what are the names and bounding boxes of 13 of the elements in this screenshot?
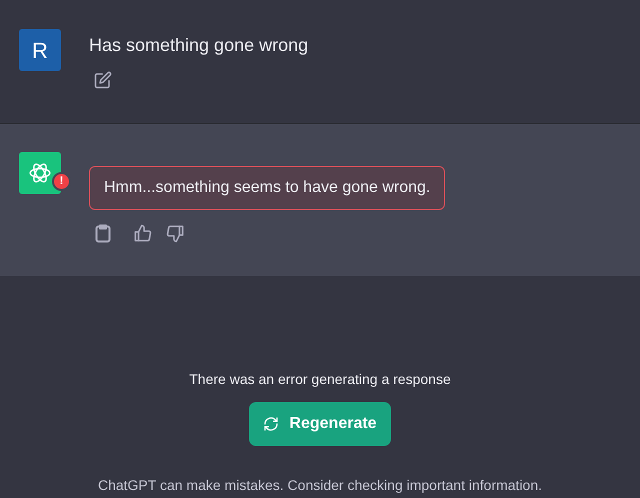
assistant-avatar [19, 152, 61, 194]
thumbs-up-icon[interactable] [133, 224, 152, 243]
edit-icon[interactable] [94, 71, 112, 89]
error-notice: There was an error generating a response [189, 370, 451, 388]
user-message: Has something gone wrong [89, 34, 308, 57]
error-badge: ! [52, 172, 71, 191]
footer-disclaimer: ChatGPT can make mistakes. Consider checking important information. [98, 476, 542, 494]
copy-icon[interactable] [95, 224, 111, 243]
error-message: Hmm...something seems to have gone wrong. [89, 166, 446, 210]
regenerate-button[interactable]: Regenerate [249, 402, 391, 446]
user-avatar: R [19, 29, 61, 71]
refresh-icon [263, 416, 280, 432]
thumbs-down-icon[interactable] [166, 224, 185, 243]
